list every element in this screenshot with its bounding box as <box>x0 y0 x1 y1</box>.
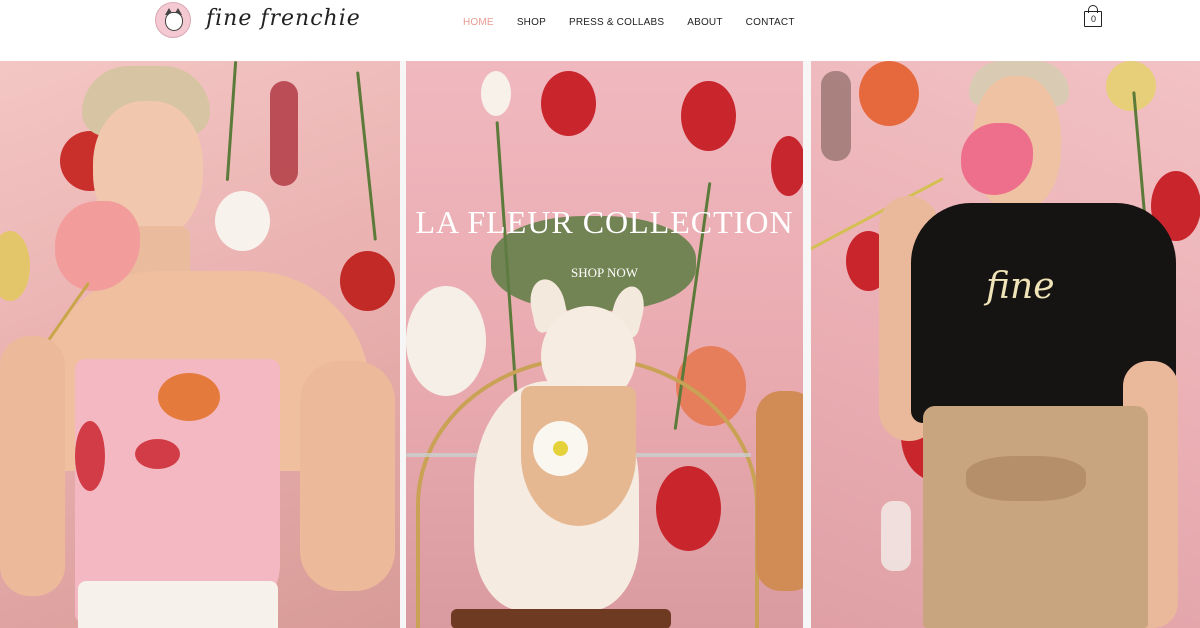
poppy-flower <box>340 251 395 311</box>
woman-arm <box>300 361 395 591</box>
panel-divider <box>803 61 811 628</box>
illustrated-cat <box>881 501 911 571</box>
yellow-flower <box>1106 61 1156 111</box>
nav-about[interactable]: ABOUT <box>687 17 722 28</box>
frenchie-logo-icon[interactable] <box>155 2 191 38</box>
yellow-flower <box>0 231 30 301</box>
orange-poppy <box>859 61 919 126</box>
white-flower <box>406 286 486 396</box>
left-photo-panel <box>0 61 400 628</box>
nav-press-collabs[interactable]: PRESS & COLLABS <box>569 17 664 28</box>
orange-chair <box>756 391 803 591</box>
red-anthurium <box>681 81 736 151</box>
shop-now-link[interactable]: SHOP NOW <box>406 265 803 281</box>
woman-arm <box>0 336 65 596</box>
cart-count: 0 <box>1090 14 1096 24</box>
main-navigation: HOME SHOP PRESS & COLLABS ABOUT CONTACT <box>463 17 818 28</box>
scarf-poppy-print <box>135 439 180 469</box>
skirt-bow <box>966 456 1086 501</box>
cart-button[interactable]: 0 <box>1084 5 1102 27</box>
site-header: fine frenchie HOME SHOP PRESS & COLLABS … <box>0 0 1200 61</box>
khaki-skirt <box>923 406 1148 628</box>
scarf-flower-center <box>553 441 568 456</box>
flower-stem <box>225 61 238 181</box>
nav-shop[interactable]: SHOP <box>517 17 546 28</box>
red-anthurium <box>771 136 803 196</box>
right-photo-panel: fine <box>811 61 1200 628</box>
tshirt-print: fine <box>986 266 1055 307</box>
white-tulip <box>481 71 511 116</box>
brand-wordmark[interactable]: fine frenchie <box>206 6 361 31</box>
red-anthurium <box>541 71 596 136</box>
scarf-poppy-print <box>158 373 220 421</box>
white-jeans <box>78 581 278 628</box>
wooden-stool <box>451 609 671 628</box>
illustrated-doll <box>270 81 298 186</box>
illustrated-doll <box>821 71 851 161</box>
white-flower <box>215 191 270 251</box>
center-photo-panel: LA FLEUR COLLECTION SHOP NOW <box>406 61 803 628</box>
flower-stem <box>356 71 377 241</box>
scarf-poppy-print <box>75 421 105 491</box>
hero-title: LA FLEUR COLLECTION <box>415 204 794 240</box>
nav-contact[interactable]: CONTACT <box>746 17 795 28</box>
nav-home[interactable]: HOME <box>463 17 494 28</box>
logo-face <box>165 12 183 31</box>
